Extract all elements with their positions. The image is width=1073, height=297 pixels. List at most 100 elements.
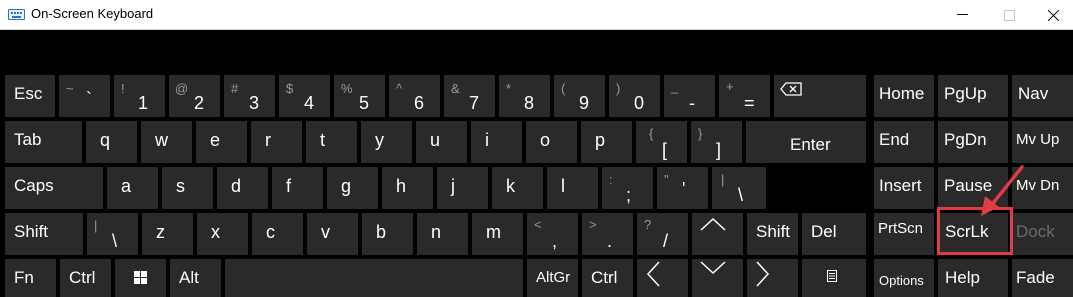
key-label: Dock bbox=[1016, 222, 1055, 241]
key-left-bracket[interactable]: { [ bbox=[636, 121, 687, 163]
windows-icon bbox=[134, 271, 147, 284]
key-period[interactable]: > . bbox=[582, 213, 633, 255]
key-z[interactable]: z bbox=[142, 213, 193, 255]
key-y[interactable]: y bbox=[361, 121, 412, 163]
key-7[interactable]: & 7 bbox=[444, 75, 495, 117]
key-quote[interactable]: " ' bbox=[657, 167, 708, 209]
key-caps[interactable]: Caps bbox=[5, 167, 103, 209]
key-label: Home bbox=[879, 84, 925, 103]
key-help[interactable]: Help bbox=[938, 259, 1008, 297]
key-i[interactable]: i bbox=[471, 121, 522, 163]
key-left-shift[interactable]: Shift bbox=[5, 213, 83, 255]
key-a[interactable]: a bbox=[107, 167, 158, 209]
key-0[interactable]: ) 0 bbox=[609, 75, 660, 117]
key-shift-label: } bbox=[698, 126, 703, 141]
key-m[interactable]: m bbox=[472, 213, 523, 255]
key-2[interactable]: @ 2 bbox=[169, 75, 220, 117]
key-windows[interactable] bbox=[115, 259, 166, 297]
key-pgdn[interactable]: PgDn bbox=[938, 121, 1008, 163]
key-5[interactable]: % 5 bbox=[334, 75, 385, 117]
key-label: i bbox=[485, 130, 489, 150]
key-6[interactable]: ^ 6 bbox=[389, 75, 440, 117]
key-k[interactable]: k bbox=[492, 167, 543, 209]
key-pgup[interactable]: PgUp bbox=[938, 75, 1008, 117]
key-right-bracket[interactable]: } ] bbox=[691, 121, 742, 163]
key-semicolon[interactable]: : ; bbox=[602, 167, 653, 209]
key-right-ctrl[interactable]: Ctrl bbox=[582, 259, 633, 297]
key-4[interactable]: $ 4 bbox=[279, 75, 330, 117]
key-u[interactable]: u bbox=[416, 121, 467, 163]
key-t[interactable]: t bbox=[306, 121, 357, 163]
key-arrow-up[interactable] bbox=[692, 213, 743, 255]
key-del[interactable]: Del bbox=[802, 213, 866, 255]
key-g[interactable]: g bbox=[327, 167, 378, 209]
key-label: 1 bbox=[138, 93, 149, 113]
key-tab[interactable]: Tab bbox=[5, 121, 82, 163]
key-w[interactable]: w bbox=[141, 121, 192, 163]
key-fade[interactable]: Fade bbox=[1012, 259, 1073, 297]
key-left-alt[interactable]: Alt bbox=[170, 259, 221, 297]
key-intl-backslash[interactable]: | \ bbox=[87, 213, 138, 255]
key-f[interactable]: f bbox=[272, 167, 323, 209]
key-label: ` bbox=[86, 89, 92, 109]
key-options[interactable]: Options bbox=[874, 259, 934, 297]
key-backspace[interactable] bbox=[774, 75, 866, 117]
key-shift-label: + bbox=[726, 79, 734, 94]
key-arrow-down[interactable] bbox=[692, 259, 743, 297]
key-altgr[interactable]: AltGr bbox=[527, 259, 578, 297]
key-label: Enter bbox=[790, 135, 831, 154]
key-fn[interactable]: Fn bbox=[5, 259, 56, 297]
key-p[interactable]: p bbox=[581, 121, 632, 163]
key-insert[interactable]: Insert bbox=[874, 167, 934, 209]
key-v[interactable]: v bbox=[307, 213, 358, 255]
key-label: Mv Up bbox=[1016, 131, 1060, 148]
key-nav[interactable]: Nav bbox=[1012, 75, 1073, 117]
key-end[interactable]: End bbox=[874, 121, 934, 163]
key-label: - bbox=[689, 93, 695, 113]
key-s[interactable]: s bbox=[162, 167, 213, 209]
close-button[interactable] bbox=[1030, 0, 1073, 30]
key-right-shift[interactable]: Shift bbox=[747, 213, 798, 255]
key-shift-label: ~ bbox=[66, 81, 74, 96]
key-prtscn[interactable]: PrtScn bbox=[874, 213, 934, 255]
key-b[interactable]: b bbox=[362, 213, 413, 255]
key-mv-up[interactable]: Mv Up bbox=[1012, 121, 1073, 163]
key-menu[interactable] bbox=[802, 259, 866, 297]
key-esc[interactable]: Esc bbox=[5, 75, 55, 117]
key-arrow-left[interactable] bbox=[637, 259, 688, 297]
key-minus[interactable]: _ - bbox=[664, 75, 715, 117]
keyboard-icon bbox=[8, 9, 25, 20]
key-home[interactable]: Home bbox=[874, 75, 934, 117]
key-backslash[interactable]: | \ bbox=[712, 167, 766, 209]
key-e[interactable]: e bbox=[196, 121, 247, 163]
key-x[interactable]: x bbox=[197, 213, 248, 255]
key-q[interactable]: q bbox=[86, 121, 137, 163]
key-1[interactable]: ! 1 bbox=[114, 75, 165, 117]
key-j[interactable]: j bbox=[437, 167, 488, 209]
minimize-button[interactable] bbox=[940, 0, 986, 30]
key-arrow-right[interactable] bbox=[747, 259, 798, 297]
key-9[interactable]: ( 9 bbox=[554, 75, 605, 117]
key-o[interactable]: o bbox=[526, 121, 577, 163]
key-8[interactable]: * 8 bbox=[499, 75, 550, 117]
key-label: PgDn bbox=[944, 130, 987, 149]
key-3[interactable]: # 3 bbox=[224, 75, 275, 117]
key-left-ctrl[interactable]: Ctrl bbox=[60, 259, 111, 297]
key-label: 9 bbox=[579, 93, 590, 113]
key-d[interactable]: d bbox=[217, 167, 268, 209]
key-label: = bbox=[744, 93, 755, 113]
key-space[interactable] bbox=[225, 259, 523, 297]
key-comma[interactable]: < , bbox=[527, 213, 578, 255]
key-label: 3 bbox=[249, 93, 260, 113]
key-label: ; bbox=[626, 185, 632, 205]
key-r[interactable]: r bbox=[251, 121, 302, 163]
key-backtick[interactable]: ~ ` bbox=[59, 75, 110, 117]
key-enter[interactable]: Enter bbox=[746, 121, 866, 163]
key-equals[interactable]: + = bbox=[719, 75, 770, 117]
key-h[interactable]: h bbox=[382, 167, 433, 209]
key-slash[interactable]: ? / bbox=[637, 213, 688, 255]
key-c[interactable]: c bbox=[252, 213, 303, 255]
key-label: Tab bbox=[14, 130, 42, 149]
key-n[interactable]: n bbox=[417, 213, 468, 255]
key-l[interactable]: l bbox=[547, 167, 598, 209]
